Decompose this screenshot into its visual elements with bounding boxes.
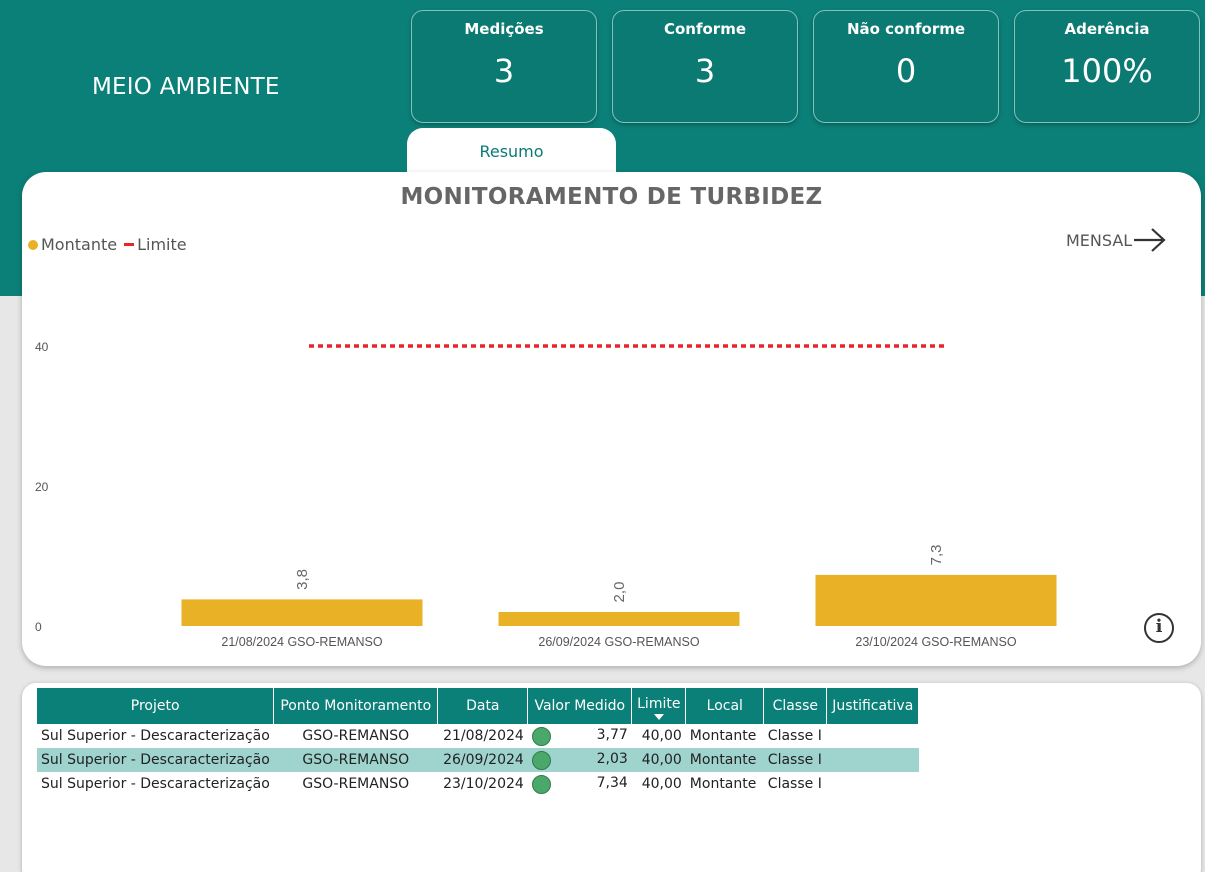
x-category-label: 23/10/2024 GSO-REMANSO bbox=[855, 635, 1016, 649]
cell-limite: 40,00 bbox=[641, 728, 682, 744]
cell-data: 26/09/2024 bbox=[437, 748, 528, 772]
cell-valor-text: 3,77 bbox=[596, 726, 628, 743]
column-header-ponto-monitoramento[interactable]: Ponto Monitoramento bbox=[273, 688, 439, 724]
cell-data: 23/10/2024 bbox=[443, 776, 524, 792]
column-header-classe[interactable]: Classe bbox=[763, 688, 828, 724]
cell-justificativa bbox=[827, 724, 919, 748]
cell-limite: 40,00 bbox=[641, 776, 682, 792]
cell-ponto: GSO-REMANSO bbox=[302, 776, 410, 792]
table-row[interactable]: Sul Superior - Descaracterização GSO-REM… bbox=[37, 772, 919, 796]
table-row[interactable]: Sul Superior - Descaracterização GSO-REM… bbox=[37, 724, 919, 748]
bar-data-label: 7,3 bbox=[928, 544, 945, 565]
cell-valor-text: 2,03 bbox=[596, 750, 628, 767]
cell-ponto: GSO-REMANSO bbox=[302, 728, 410, 744]
column-header-limite[interactable]: Limite bbox=[631, 688, 687, 724]
y-tick-label: 0 bbox=[35, 620, 42, 634]
column-header-local[interactable]: Local bbox=[685, 688, 765, 724]
cell-projeto: Sul Superior - Descaracterização bbox=[37, 748, 274, 772]
cell-justificativa bbox=[827, 772, 919, 796]
y-tick-label: 40 bbox=[35, 340, 49, 354]
measurements-table: Projeto Ponto Monitoramento Data Valor M… bbox=[37, 688, 920, 796]
cell-local: Montante bbox=[685, 748, 764, 772]
status-ok-icon bbox=[531, 750, 551, 770]
bar bbox=[815, 574, 1057, 626]
status-ok-icon bbox=[531, 726, 551, 746]
cell-projeto: Sul Superior - Descaracterização bbox=[41, 776, 270, 792]
cell-justificativa bbox=[826, 748, 919, 772]
status-ok-icon bbox=[531, 774, 551, 794]
column-header-projeto[interactable]: Projeto bbox=[37, 688, 275, 724]
cell-projeto: Sul Superior - Descaracterização bbox=[41, 728, 270, 744]
column-header-valor-medido[interactable]: Valor Medido bbox=[527, 688, 633, 724]
column-header-limite-label: Limite bbox=[637, 696, 681, 712]
cell-ponto: GSO-REMANSO bbox=[273, 748, 438, 772]
bar-data-label: 3,8 bbox=[294, 569, 311, 590]
cell-limite: 40,00 bbox=[631, 748, 686, 772]
cell-valor: 7,34 bbox=[528, 772, 632, 796]
cell-classe: Classe I bbox=[767, 728, 822, 744]
bar bbox=[181, 599, 423, 626]
cell-valor-text: 7,34 bbox=[596, 774, 628, 791]
info-icon[interactable]: i bbox=[1144, 613, 1174, 643]
cell-local: Montante bbox=[689, 728, 757, 744]
cell-data: 21/08/2024 bbox=[443, 728, 524, 744]
cell-valor: 3,77 bbox=[528, 724, 632, 748]
table-row[interactable]: Sul Superior - Descaracterização GSO-REM… bbox=[37, 748, 919, 772]
column-header-justificativa[interactable]: Justificativa bbox=[826, 688, 920, 724]
x-category-label: 21/08/2024 GSO-REMANSO bbox=[221, 635, 382, 649]
cell-local: Montante bbox=[689, 776, 757, 792]
column-header-data[interactable]: Data bbox=[437, 688, 529, 724]
cell-classe: Classe I bbox=[763, 748, 827, 772]
cell-classe: Classe I bbox=[767, 776, 822, 792]
bar-data-label: 2,0 bbox=[611, 582, 628, 603]
x-category-label: 26/09/2024 GSO-REMANSO bbox=[538, 635, 699, 649]
y-tick-label: 20 bbox=[35, 480, 49, 494]
cell-valor: 2,03 bbox=[527, 748, 632, 772]
bar bbox=[498, 612, 740, 626]
sort-descending-icon bbox=[653, 714, 664, 720]
table-header-row: Projeto Ponto Monitoramento Data Valor M… bbox=[37, 688, 920, 724]
